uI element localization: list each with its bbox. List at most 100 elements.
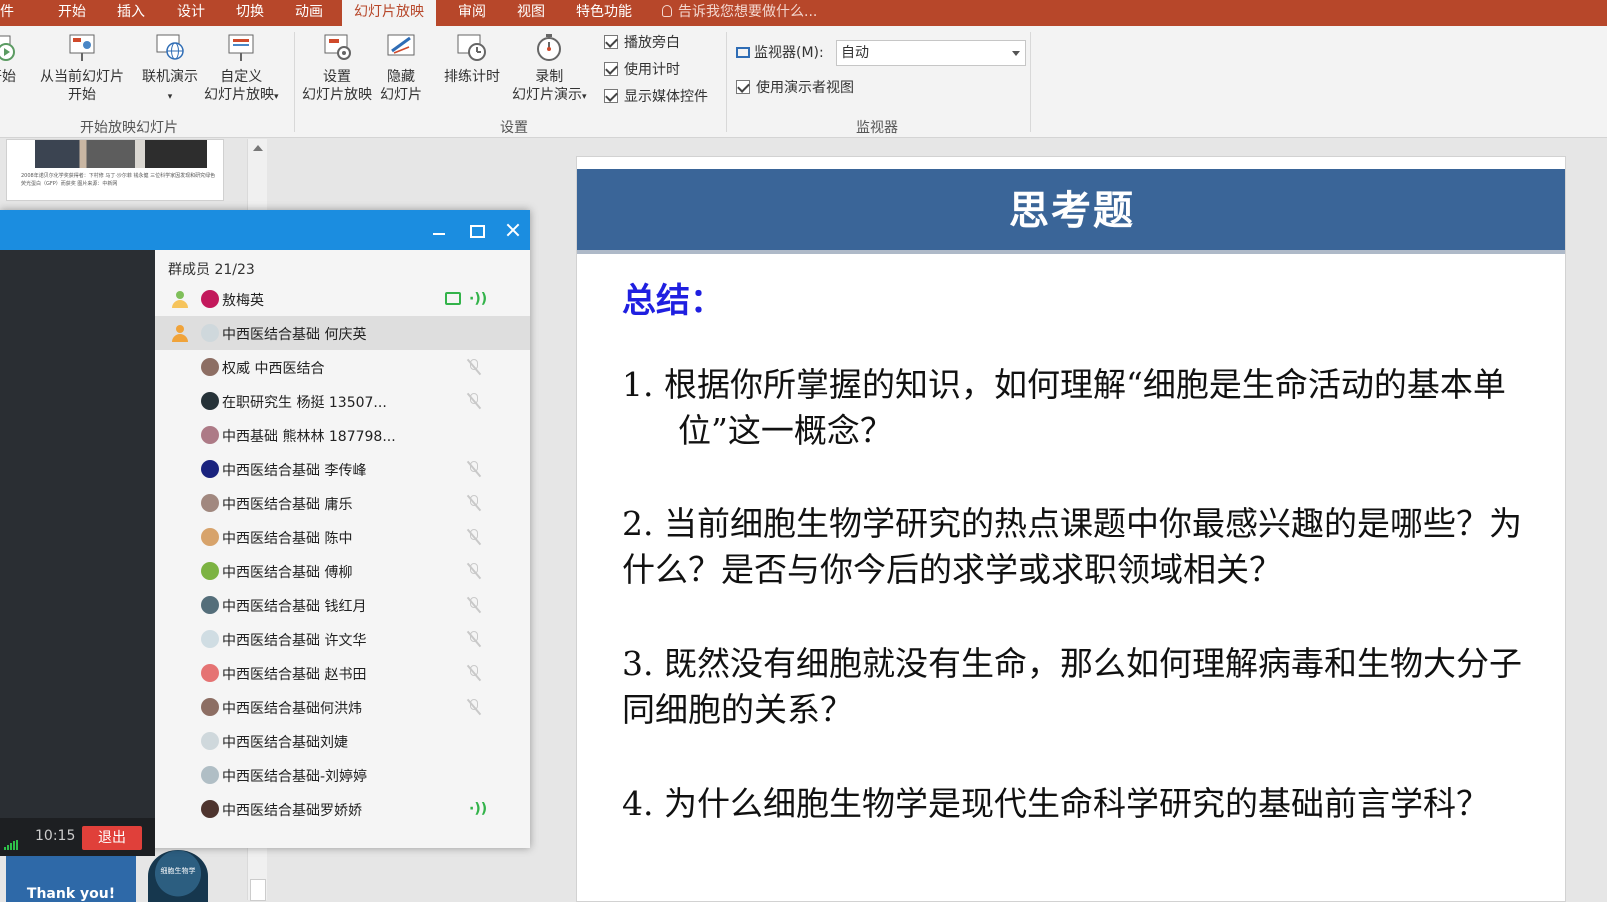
member-name: 中西医结合基础 许文华 <box>222 633 367 649</box>
slide-header-bar: 思考题 <box>577 169 1565 254</box>
online-present-button[interactable]: 联机演示 ▾ <box>142 32 198 106</box>
chk-play-narrations[interactable]: 播放旁白 <box>604 34 680 52</box>
slide-thumbnail-thankyou[interactable]: Thank you! <box>6 848 136 902</box>
thumbnail-caption: 2008年诺贝尔化学奖获得者：下村修 马丁·沙尔菲 钱永健 三位科学家因发现和研… <box>21 173 216 187</box>
question-1: 1. 根据你所掌握的知识，如何理解“细胞是生命活动的基本单位”这一概念？ <box>622 365 1506 450</box>
avatar <box>201 460 219 478</box>
record-show-button[interactable]: 录制 幻灯片演示▾ <box>512 32 587 106</box>
setup-show-icon <box>324 34 351 60</box>
chk-presenter-view[interactable]: 使用演示者视图 <box>736 79 854 97</box>
custom-show-button[interactable]: 自定义 幻灯片放映▾ <box>204 32 279 106</box>
chk-play-narrations-label: 播放旁白 <box>624 35 680 51</box>
slide-thumbnail[interactable]: 2008年诺贝尔化学奖获得者：下村修 马丁·沙尔菲 钱永健 三位科学家因发现和研… <box>6 139 224 201</box>
mic-muted-icon[interactable] <box>466 494 482 512</box>
slide-summary-heading: 总结： <box>622 281 724 321</box>
maximize-icon[interactable] <box>466 220 486 240</box>
from-start-label: 开始 <box>0 69 16 85</box>
member-name: 中西医结合基础 庸乐 <box>222 497 353 513</box>
ribbon-tab-bar: 文件 开始 插入 设计 切换 动画 幻灯片放映 审阅 视图 特色功能 告诉我您想… <box>0 0 1607 26</box>
monitor-label-text: 监视器(M): <box>754 45 824 61</box>
tab-animations[interactable]: 动画 <box>295 0 323 26</box>
chk-use-timings[interactable]: 使用计时 <box>604 61 680 79</box>
group-divider <box>726 32 727 132</box>
group-label-start: 开始放映幻灯片 <box>80 120 178 136</box>
avatar <box>201 596 219 614</box>
member-row[interactable]: 中西基础 熊林林 187798... <box>155 418 530 452</box>
member-name: 中西基础 熊林林 187798... <box>222 429 396 445</box>
from-start-button[interactable]: 开始 <box>0 32 18 86</box>
record-icon <box>537 34 562 61</box>
group-label-setup: 设置 <box>500 120 528 136</box>
member-row[interactable]: 敖梅英 ·)) <box>155 282 530 316</box>
chk-presenter-view-label: 使用演示者视图 <box>756 80 854 96</box>
member-row[interactable]: 中西医结合基础-刘婷婷 <box>155 758 530 792</box>
member-row[interactable]: 中西医结合基础 何庆英 <box>155 316 530 350</box>
member-row[interactable]: 中西医结合基础 傅柳 <box>155 554 530 588</box>
chk-use-timings-label: 使用计时 <box>624 62 680 78</box>
member-row[interactable]: 权威 中西医结合 <box>155 350 530 384</box>
chevron-down-icon: ▾ <box>274 92 279 102</box>
video-pane: 10:15 退出 <box>0 250 155 856</box>
member-row[interactable]: 中西医结合基础 赵书田 <box>155 656 530 690</box>
tab-review[interactable]: 审阅 <box>458 0 486 26</box>
tab-insert[interactable]: 插入 <box>117 0 145 26</box>
tab-transitions[interactable]: 切换 <box>236 0 264 26</box>
member-row[interactable]: 在职研究生 杨挺 13507... <box>155 384 530 418</box>
checkbox-checked-icon <box>736 80 750 94</box>
admin-icon <box>171 325 189 343</box>
member-row[interactable]: 中西医结合基础 许文华 <box>155 622 530 656</box>
avatar <box>201 800 219 818</box>
member-row[interactable]: 中西医结合基础 陈中 <box>155 520 530 554</box>
member-row[interactable]: 中西医结合基础 钱红月 <box>155 588 530 622</box>
call-controls: 10:15 退出 <box>0 818 155 856</box>
setup-show-button[interactable]: 设置 幻灯片放映 <box>302 32 372 104</box>
mic-muted-icon[interactable] <box>466 630 482 648</box>
mic-muted-icon[interactable] <box>466 698 482 716</box>
mic-muted-icon[interactable] <box>466 392 482 410</box>
scrollbar-thumb[interactable] <box>250 879 266 901</box>
slide-title: 思考题 <box>1009 188 1135 234</box>
member-count: 群成员 21/23 <box>168 262 255 278</box>
member-row[interactable]: 中西医结合基础 庸乐 <box>155 486 530 520</box>
member-row[interactable]: 中西医结合基础 李传峰 <box>155 452 530 486</box>
tab-features[interactable]: 特色功能 <box>576 0 632 26</box>
from-current-button[interactable]: 从当前幻灯片 开始 <box>40 32 124 104</box>
tab-design[interactable]: 设计 <box>177 0 205 26</box>
mic-muted-icon[interactable] <box>466 460 482 478</box>
member-row[interactable]: 中西医结合基础刘婕 <box>155 724 530 758</box>
scroll-up-icon[interactable] <box>253 145 263 151</box>
member-row[interactable]: 中西医结合基础罗娇娇 ·)) <box>155 792 530 826</box>
speaking-icon: ·)) <box>469 291 488 307</box>
chk-show-media[interactable]: 显示媒体控件 <box>604 88 708 106</box>
custom-show-label-2: 幻灯片放映 <box>204 87 274 103</box>
record-label-1: 录制 <box>535 69 564 85</box>
mic-muted-icon[interactable] <box>466 562 482 580</box>
rehearse-timings-label: 排练计时 <box>444 69 500 85</box>
close-icon[interactable] <box>503 220 523 240</box>
minimize-icon[interactable] <box>429 220 449 240</box>
custom-show-icon <box>228 34 254 61</box>
mic-muted-icon[interactable] <box>466 528 482 546</box>
exit-call-button[interactable]: 退出 <box>82 826 142 850</box>
rehearse-timings-button[interactable]: 排练计时 <box>444 32 500 86</box>
hide-slide-button[interactable]: 隐藏 幻灯片 <box>380 32 422 104</box>
ribbon: 开始 从当前幻灯片 开始 联机演示 ▾ 自定义 幻灯片放映▾ 开始放映幻灯片 设… <box>0 26 1607 138</box>
member-row[interactable]: 中西医结合基础何洪炜 <box>155 690 530 724</box>
slide[interactable]: 思考题 总结： 1. 根据你所掌握的知识，如何理解“细胞是生命活动的基本单位”这… <box>576 156 1566 902</box>
chevron-down-icon: ▾ <box>582 92 587 102</box>
mic-muted-icon[interactable] <box>466 358 482 376</box>
call-window-titlebar[interactable] <box>0 210 530 250</box>
group-divider <box>1030 32 1031 132</box>
mic-muted-icon[interactable] <box>466 664 482 682</box>
tab-slideshow[interactable]: 幻灯片放映 <box>342 0 436 26</box>
tab-view[interactable]: 视图 <box>517 0 545 26</box>
tell-me-box[interactable]: 告诉我您想要做什么... <box>662 0 817 26</box>
custom-show-label-1: 自定义 <box>220 69 263 85</box>
tab-home[interactable]: 开始 <box>58 0 86 26</box>
slideshow-current-icon <box>69 34 95 61</box>
book-cover-thumbnail[interactable]: 细胞生物学 <box>148 850 208 902</box>
monitor-select[interactable]: 自动 <box>836 40 1026 66</box>
member-name: 中西医结合基础刘婕 <box>222 735 348 751</box>
mic-muted-icon[interactable] <box>466 596 482 614</box>
tab-file[interactable]: 文件 <box>0 0 14 26</box>
